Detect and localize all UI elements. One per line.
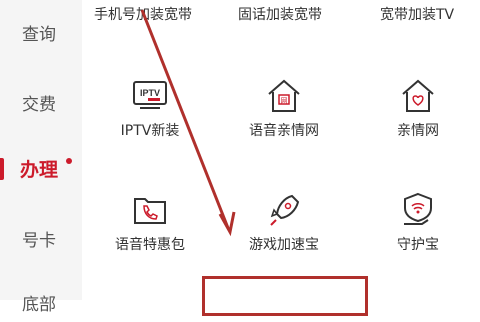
tile-label: 游戏加速宝 — [249, 237, 319, 253]
service-iptv-new[interactable]: IPTV IPTV新装 — [84, 76, 216, 166]
sidebar-item-label: 号卡 — [22, 230, 56, 251]
sidebar: 查询 交费 办理 号卡 底部 — [0, 0, 82, 315]
sidebar-item-label: 办理 — [20, 158, 59, 181]
rocket-icon — [270, 194, 300, 226]
tile-label: 守护宝 — [397, 237, 439, 253]
service-family-net[interactable]: 亲情网 — [352, 76, 480, 166]
sidebar-item-label: 交费 — [22, 94, 56, 115]
service-broadband-tv[interactable]: 宽带加装TV — [380, 4, 454, 24]
house-heart-icon — [402, 79, 434, 112]
sidebar-item-pay[interactable]: 交费 — [0, 82, 82, 122]
tile-label: 语音亲情网 — [249, 123, 319, 139]
tile-label: 语音特惠包 — [115, 237, 185, 253]
annotation-highlight-box — [202, 276, 368, 316]
service-phone-broadband[interactable]: 手机号加装宽带 — [94, 4, 192, 24]
tile-label: IPTV新装 — [120, 123, 180, 139]
shield-hand-icon — [404, 192, 432, 225]
service-voice-family-net[interactable]: 网 语音亲情网 — [218, 76, 350, 166]
iptv-icon: IPTV — [133, 81, 167, 109]
tile-label: 亲情网 — [397, 123, 439, 139]
sidebar-item-sim[interactable]: 号卡 — [0, 218, 82, 258]
svg-text:IPTV: IPTV — [140, 88, 160, 98]
sidebar-item-label: 底部 — [22, 294, 56, 315]
service-landline-broadband[interactable]: 固话加装宽带 — [238, 4, 322, 24]
active-indicator — [0, 158, 4, 180]
sidebar-item-more[interactable]: 底部 — [0, 282, 82, 322]
folder-phone-icon — [134, 198, 166, 224]
sidebar-item-handle[interactable]: 办理 — [0, 148, 82, 188]
sidebar-item-label: 查询 — [22, 24, 56, 45]
house-icon: 网 — [268, 79, 300, 112]
service-grid: 手机号加装宽带 固话加装宽带 宽带加装TV IPTV IPTV新装 网 语音亲情… — [82, 0, 480, 300]
sidebar-item-query[interactable]: 查询 — [0, 12, 82, 52]
notification-dot — [66, 158, 72, 164]
service-guardian[interactable]: 守护宝 — [352, 190, 480, 280]
service-game-accelerator[interactable]: 游戏加速宝 — [218, 190, 350, 280]
svg-text:网: 网 — [281, 97, 288, 105]
service-voice-discount[interactable]: 语音特惠包 — [84, 190, 216, 280]
